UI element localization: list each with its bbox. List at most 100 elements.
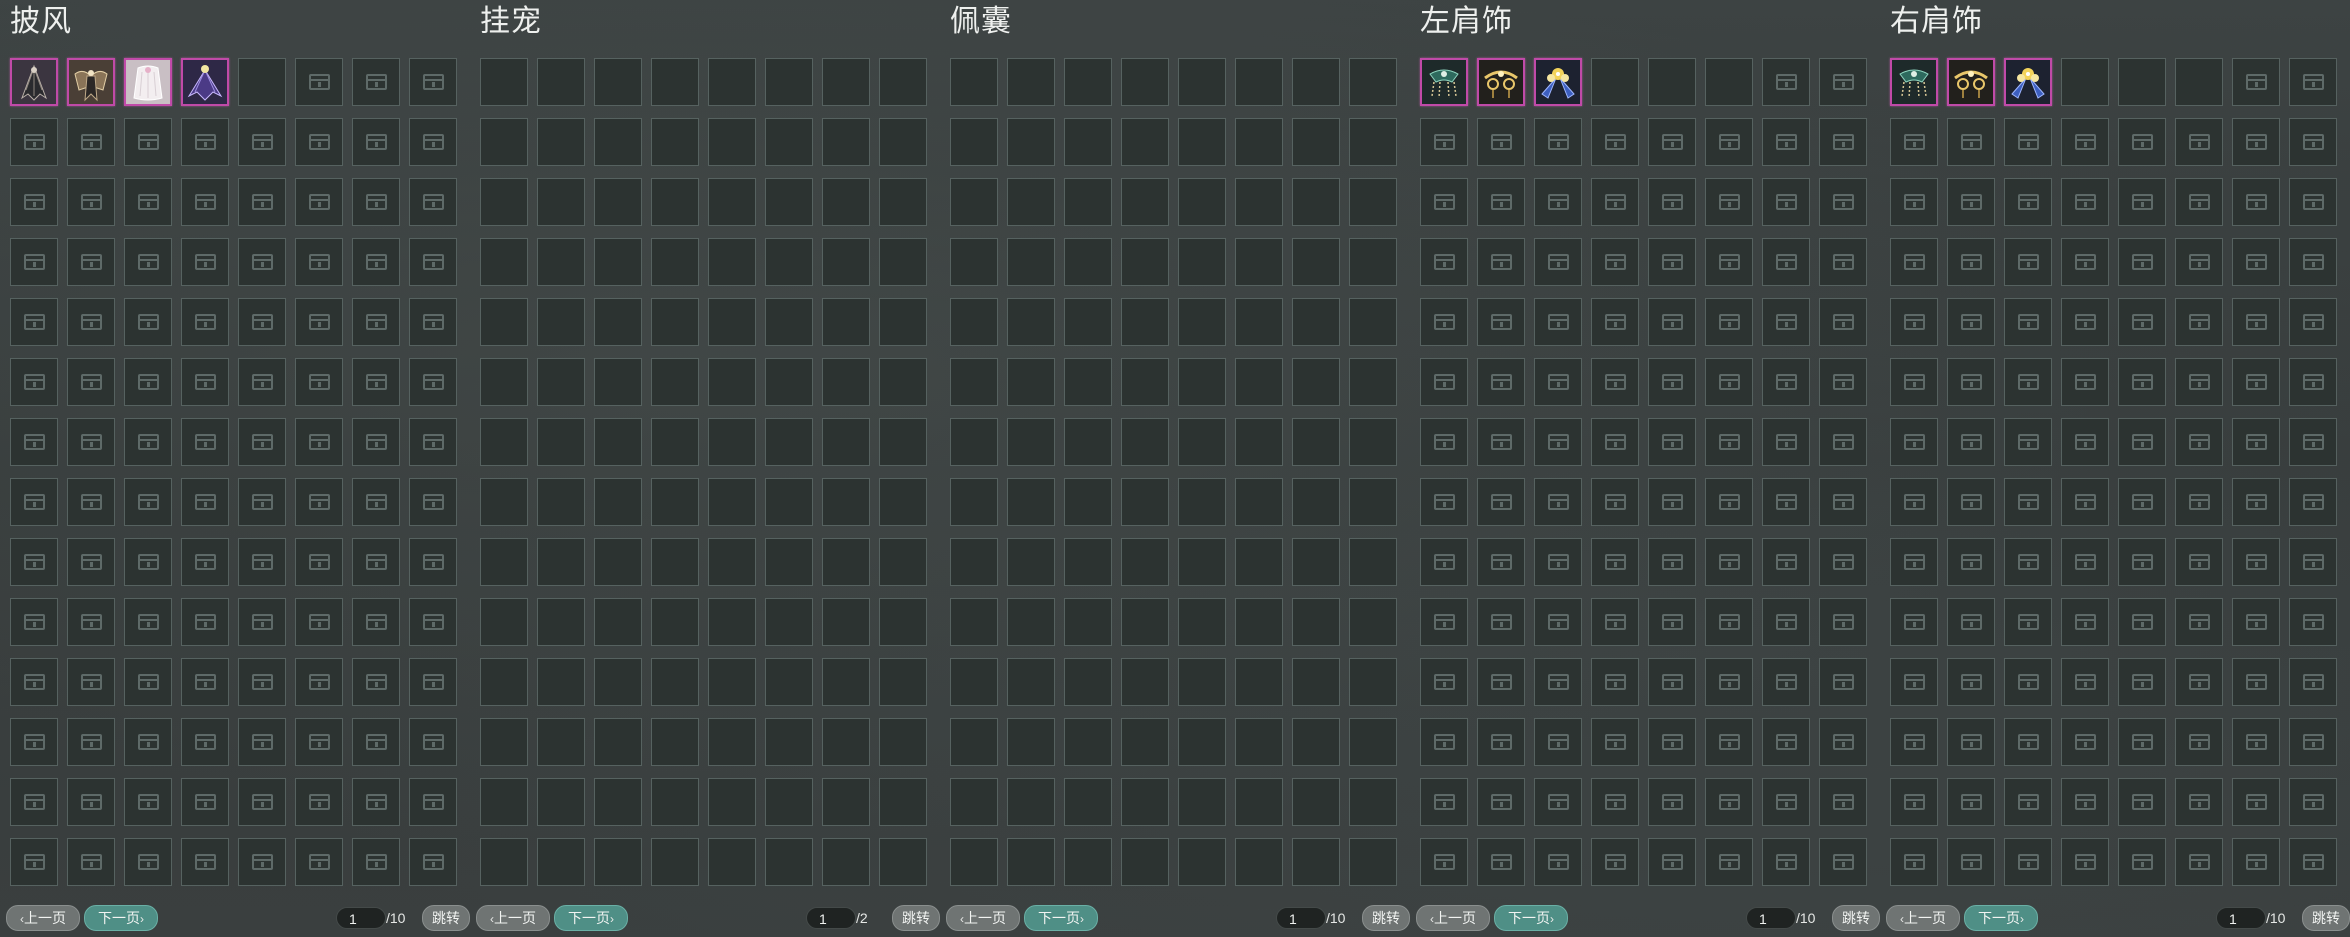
- empty-slot[interactable]: [822, 238, 870, 286]
- empty-slot[interactable]: [950, 58, 998, 106]
- empty-slot[interactable]: [1349, 778, 1397, 826]
- page-number-input[interactable]: 1: [1276, 907, 1326, 929]
- empty-slot[interactable]: [1349, 238, 1397, 286]
- empty-slot[interactable]: [651, 418, 699, 466]
- empty-slot[interactable]: [1235, 418, 1283, 466]
- empty-slot[interactable]: [1292, 598, 1340, 646]
- empty-slot[interactable]: [1178, 298, 1226, 346]
- locked-slot[interactable]: [2004, 778, 2052, 826]
- locked-slot[interactable]: [295, 58, 343, 106]
- locked-slot[interactable]: [1762, 118, 1810, 166]
- locked-slot[interactable]: [2289, 718, 2337, 766]
- locked-slot[interactable]: [2061, 178, 2109, 226]
- locked-slot[interactable]: [1477, 718, 1525, 766]
- empty-slot[interactable]: [950, 358, 998, 406]
- locked-slot[interactable]: [1947, 718, 1995, 766]
- locked-slot[interactable]: [1762, 778, 1810, 826]
- locked-slot[interactable]: [2004, 538, 2052, 586]
- locked-slot[interactable]: [295, 478, 343, 526]
- locked-slot[interactable]: [1420, 658, 1468, 706]
- empty-slot[interactable]: [765, 538, 813, 586]
- empty-slot[interactable]: [1007, 478, 1055, 526]
- locked-slot[interactable]: [1890, 718, 1938, 766]
- empty-slot[interactable]: [822, 478, 870, 526]
- empty-slot[interactable]: [480, 358, 528, 406]
- empty-slot[interactable]: [765, 118, 813, 166]
- empty-slot[interactable]: [879, 478, 927, 526]
- locked-slot[interactable]: [2175, 178, 2223, 226]
- empty-slot[interactable]: [2061, 58, 2109, 106]
- locked-slot[interactable]: [2175, 598, 2223, 646]
- locked-slot[interactable]: [124, 838, 172, 886]
- empty-slot[interactable]: [765, 598, 813, 646]
- locked-slot[interactable]: [10, 778, 58, 826]
- empty-slot[interactable]: [1121, 118, 1169, 166]
- empty-slot[interactable]: [1064, 538, 1112, 586]
- empty-slot[interactable]: [1235, 358, 1283, 406]
- empty-slot[interactable]: [822, 58, 870, 106]
- empty-slot[interactable]: [1349, 538, 1397, 586]
- locked-slot[interactable]: [2118, 418, 2166, 466]
- locked-slot[interactable]: [2289, 298, 2337, 346]
- jump-button[interactable]: 跳转: [892, 905, 940, 931]
- empty-slot[interactable]: [480, 238, 528, 286]
- locked-slot[interactable]: [1477, 778, 1525, 826]
- locked-slot[interactable]: [409, 658, 457, 706]
- locked-slot[interactable]: [2061, 298, 2109, 346]
- locked-slot[interactable]: [1648, 478, 1696, 526]
- empty-slot[interactable]: [480, 178, 528, 226]
- locked-slot[interactable]: [1705, 718, 1753, 766]
- locked-slot[interactable]: [1648, 838, 1696, 886]
- locked-slot[interactable]: [1819, 118, 1867, 166]
- empty-slot[interactable]: [594, 598, 642, 646]
- locked-slot[interactable]: [352, 778, 400, 826]
- locked-slot[interactable]: [2118, 238, 2166, 286]
- locked-slot[interactable]: [67, 478, 115, 526]
- locked-slot[interactable]: [181, 598, 229, 646]
- locked-slot[interactable]: [1819, 778, 1867, 826]
- empty-slot[interactable]: [1007, 238, 1055, 286]
- locked-slot[interactable]: [1534, 418, 1582, 466]
- locked-slot[interactable]: [67, 358, 115, 406]
- locked-slot[interactable]: [1890, 358, 1938, 406]
- empty-slot[interactable]: [1007, 838, 1055, 886]
- locked-slot[interactable]: [1947, 838, 1995, 886]
- locked-slot[interactable]: [2289, 178, 2337, 226]
- empty-slot[interactable]: [594, 718, 642, 766]
- locked-slot[interactable]: [2232, 658, 2280, 706]
- locked-slot[interactable]: [2118, 778, 2166, 826]
- locked-slot[interactable]: [409, 478, 457, 526]
- page-number-input[interactable]: 1: [1746, 907, 1796, 929]
- locked-slot[interactable]: [1420, 238, 1468, 286]
- locked-slot[interactable]: [1591, 298, 1639, 346]
- empty-slot[interactable]: [708, 778, 756, 826]
- empty-slot[interactable]: [1007, 658, 1055, 706]
- locked-slot[interactable]: [1947, 178, 1995, 226]
- page-number-input[interactable]: 1: [806, 907, 856, 929]
- empty-slot[interactable]: [651, 658, 699, 706]
- locked-slot[interactable]: [10, 118, 58, 166]
- locked-slot[interactable]: [2118, 658, 2166, 706]
- empty-slot[interactable]: [950, 418, 998, 466]
- locked-slot[interactable]: [124, 718, 172, 766]
- locked-slot[interactable]: [1591, 118, 1639, 166]
- locked-slot[interactable]: [181, 298, 229, 346]
- empty-slot[interactable]: [537, 298, 585, 346]
- locked-slot[interactable]: [181, 118, 229, 166]
- empty-slot[interactable]: [822, 298, 870, 346]
- locked-slot[interactable]: [2118, 598, 2166, 646]
- empty-slot[interactable]: [822, 178, 870, 226]
- empty-slot[interactable]: [594, 118, 642, 166]
- locked-slot[interactable]: [2232, 298, 2280, 346]
- empty-slot[interactable]: [480, 598, 528, 646]
- empty-slot[interactable]: [1064, 178, 1112, 226]
- locked-slot[interactable]: [124, 418, 172, 466]
- locked-slot[interactable]: [1591, 538, 1639, 586]
- locked-slot[interactable]: [2289, 658, 2337, 706]
- empty-slot[interactable]: [537, 58, 585, 106]
- locked-slot[interactable]: [1947, 118, 1995, 166]
- locked-slot[interactable]: [2061, 658, 2109, 706]
- locked-slot[interactable]: [1705, 778, 1753, 826]
- locked-slot[interactable]: [2232, 118, 2280, 166]
- locked-slot[interactable]: [124, 538, 172, 586]
